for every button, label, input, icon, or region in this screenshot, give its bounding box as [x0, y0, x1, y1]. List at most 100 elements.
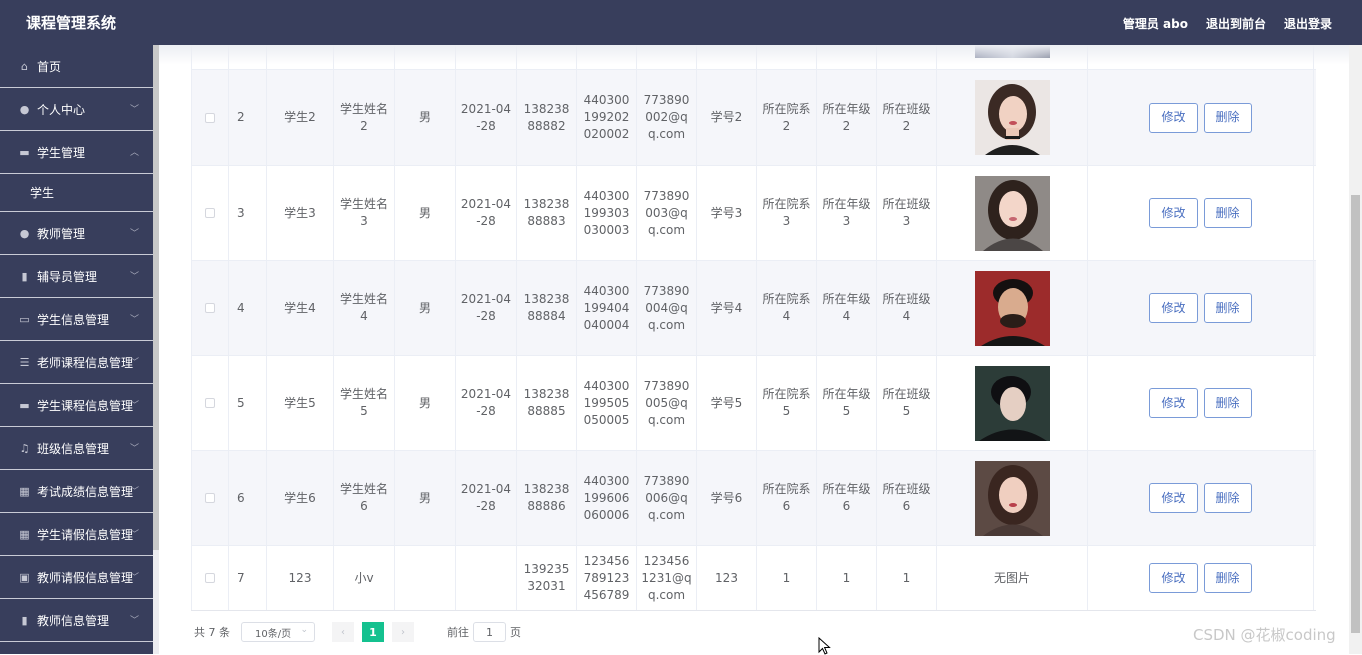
exit-to-frontend-link[interactable]: 退出到前台: [1206, 15, 1266, 32]
chevron-down-icon: ﹀: [129, 272, 139, 282]
class-cell: 所在班级3: [877, 166, 937, 260]
class-cell: 所在班级4: [877, 261, 937, 355]
name-cell: 小v: [334, 546, 395, 610]
sidebar-item-label: 学生请假信息管理: [37, 527, 134, 542]
row-checkbox[interactable]: [205, 573, 215, 583]
chevron-down-icon: ﹀: [129, 401, 139, 411]
dept-cell: 所在院系4: [757, 261, 817, 355]
portrait-image: [974, 270, 1050, 346]
portrait-image: [974, 80, 1050, 155]
portrait-image: [974, 460, 1050, 536]
student-no-cell: 学号5: [697, 356, 757, 450]
idcard-cell: 440300199404040004: [577, 261, 637, 355]
sidebar-subitem-student[interactable]: 学生: [0, 174, 153, 212]
dept-cell: 1: [757, 546, 817, 610]
student-no-cell: 123: [697, 546, 757, 610]
page-scrollbar[interactable]: [1349, 45, 1362, 654]
admin-user-link[interactable]: 管理员 abo: [1123, 15, 1188, 32]
delete-button[interactable]: 删除: [1203, 198, 1252, 228]
row-checkbox[interactable]: [205, 208, 215, 218]
operation-cell: 修改 删除: [1088, 451, 1314, 545]
username-cell: 学生6: [267, 451, 334, 545]
edit-button[interactable]: 修改: [1149, 563, 1198, 593]
delete-button[interactable]: 删除: [1203, 388, 1252, 418]
book-icon: ▮: [21, 613, 28, 627]
sidebar-item-teacher-leave-info[interactable]: ▣ 教师请假信息管理 ﹀: [0, 556, 153, 599]
table-row: 3 学生3 学生姓名3 男 2021-04-28 13823888883 440…: [191, 166, 1316, 261]
goto-prefix: 前往: [447, 626, 469, 639]
delete-button[interactable]: 删除: [1203, 483, 1252, 513]
table-row: 5 学生5 学生姓名5 男 2021-04-28 13823888885 440…: [191, 356, 1316, 451]
row-checkbox[interactable]: [205, 112, 215, 123]
row-index: 2: [229, 70, 267, 165]
sidebar-item-student-management[interactable]: ▬ 学生管理 ︿: [0, 131, 153, 174]
sidebar-item-home[interactable]: ⌂ 首页: [0, 45, 153, 88]
sidebar-item-label: 学生课程信息管理: [37, 398, 134, 413]
email-cell: 773890002@qq.com: [637, 70, 697, 165]
idcard-cell: 440300199202020002: [577, 70, 637, 165]
top-links: 管理员 abo 退出到前台 退出登录: [1123, 15, 1332, 32]
phone-cell: 13923532031: [517, 546, 577, 610]
logout-link[interactable]: 退出登录: [1284, 15, 1332, 32]
delete-button[interactable]: 删除: [1203, 563, 1252, 593]
username-cell: 学生5: [267, 356, 334, 450]
sidebar-item-student-leave-info[interactable]: ▦ 学生请假信息管理 ﹀: [0, 513, 153, 556]
name-cell: 学生姓名6: [334, 451, 395, 545]
sidebar-item-teacher-course-info[interactable]: ☰ 老师课程信息管理 ﹀: [0, 341, 153, 384]
sidebar-item-teacher-management[interactable]: ● 教师管理 ﹀: [0, 212, 153, 255]
birth-cell: 2021-04-28: [456, 70, 517, 165]
email-cell: 773890005@qq.com: [637, 356, 697, 450]
grade-cell: 所在年级6: [817, 451, 877, 545]
home-icon: ⌂: [21, 59, 28, 73]
chevron-right-icon[interactable]: ›: [392, 622, 414, 642]
row-checkbox[interactable]: [205, 398, 215, 408]
sidebar-item-class-info[interactable]: ♫ 班级信息管理 ﹀: [0, 427, 153, 470]
edit-button[interactable]: 修改: [1149, 388, 1198, 418]
chevron-down-icon: ﹀: [129, 105, 139, 115]
class-cell: 所在班级6: [877, 451, 937, 545]
name-cell: 学生姓名2: [334, 70, 395, 165]
sidebar-item-label: 学生管理: [37, 145, 86, 160]
class-cell: 所在班级2: [877, 70, 937, 165]
idcard-cell: 123456789123456789: [577, 546, 637, 610]
goto-page-input[interactable]: 1: [473, 622, 506, 642]
birth-cell: 2021-04-28: [456, 356, 517, 450]
chevron-up-icon: ︿: [129, 148, 139, 158]
sidebar-item-label: 学生信息管理: [37, 312, 110, 327]
idcard-cell: 440300199606060006: [577, 451, 637, 545]
main-content: 2 学生2 学生姓名2 男 2021-04-28 13823888882 440…: [159, 45, 1349, 654]
table-row: 4 学生4 学生姓名4 男 2021-04-28 13823888884 440…: [191, 261, 1316, 356]
delete-button[interactable]: 删除: [1203, 293, 1252, 323]
row-checkbox[interactable]: [205, 493, 215, 503]
edit-button[interactable]: 修改: [1149, 198, 1198, 228]
sidebar-subitem-label: 学生: [30, 186, 55, 200]
delete-button[interactable]: 删除: [1203, 102, 1252, 133]
sex-cell: 男: [395, 166, 456, 260]
book-icon: ▮: [21, 269, 28, 283]
table-icon: ▦: [19, 527, 30, 541]
sidebar-item-personal-center[interactable]: ● 个人中心 ﹀: [0, 88, 153, 131]
page-size-select[interactable]: 10条/页 ⌄: [241, 622, 315, 642]
sidebar-item-teacher-info[interactable]: ▮ 教师信息管理 ﹀: [0, 599, 153, 642]
name-cell: 学生姓名4: [334, 261, 395, 355]
edit-button[interactable]: 修改: [1149, 293, 1198, 323]
idcard-cell: 440300199303030003: [577, 166, 637, 260]
sidebar-item-counselor-management[interactable]: ▮ 辅导员管理 ﹀: [0, 255, 153, 298]
birth-cell: [456, 546, 517, 610]
sidebar-item-student-course-info[interactable]: ▬ 学生课程信息管理 ﹀: [0, 384, 153, 427]
edit-button[interactable]: 修改: [1149, 102, 1198, 133]
watermark: CSDN @花椒coding: [1193, 626, 1336, 644]
phone-cell: 13823888884: [517, 261, 577, 355]
chevron-left-icon[interactable]: ‹: [332, 622, 354, 642]
page-scrollbar-thumb[interactable]: [1351, 195, 1360, 633]
sidebar-item-student-info[interactable]: ▭ 学生信息管理 ﹀: [0, 298, 153, 341]
email-cell: 1234561231@qq.com: [637, 546, 697, 610]
phone-cell: 13823888883: [517, 166, 577, 260]
operation-cell: 修改 删除: [1088, 356, 1314, 450]
page-number-current[interactable]: 1: [362, 622, 384, 642]
edit-button[interactable]: 修改: [1149, 483, 1198, 513]
sidebar-item-exam-score-info[interactable]: ▦ 考试成绩信息管理 ﹀: [0, 470, 153, 513]
row-checkbox[interactable]: [205, 303, 215, 313]
student-photo: [974, 365, 1050, 441]
name-cell: 学生姓名3: [334, 166, 395, 260]
